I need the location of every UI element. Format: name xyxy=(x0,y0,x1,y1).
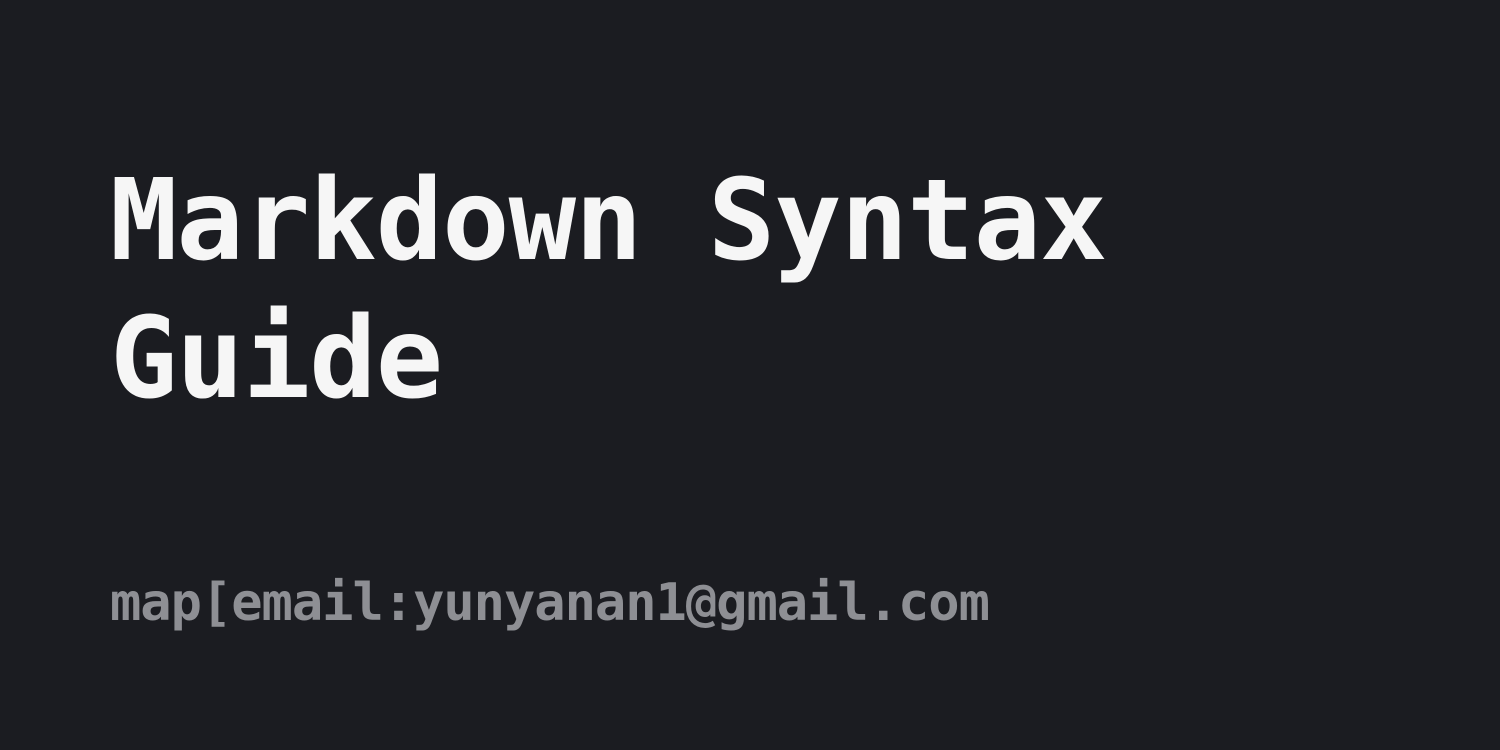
title-line-1: Markdown Syntax xyxy=(110,156,1107,286)
social-card: Markdown Syntax Guide map[email:yunyanan1… xyxy=(0,0,1500,750)
author-text: map[email:yunyanan1@gmail.com xyxy=(110,573,990,633)
page-title: Markdown Syntax Guide xyxy=(110,152,1410,428)
title-line-2: Guide xyxy=(110,294,443,424)
